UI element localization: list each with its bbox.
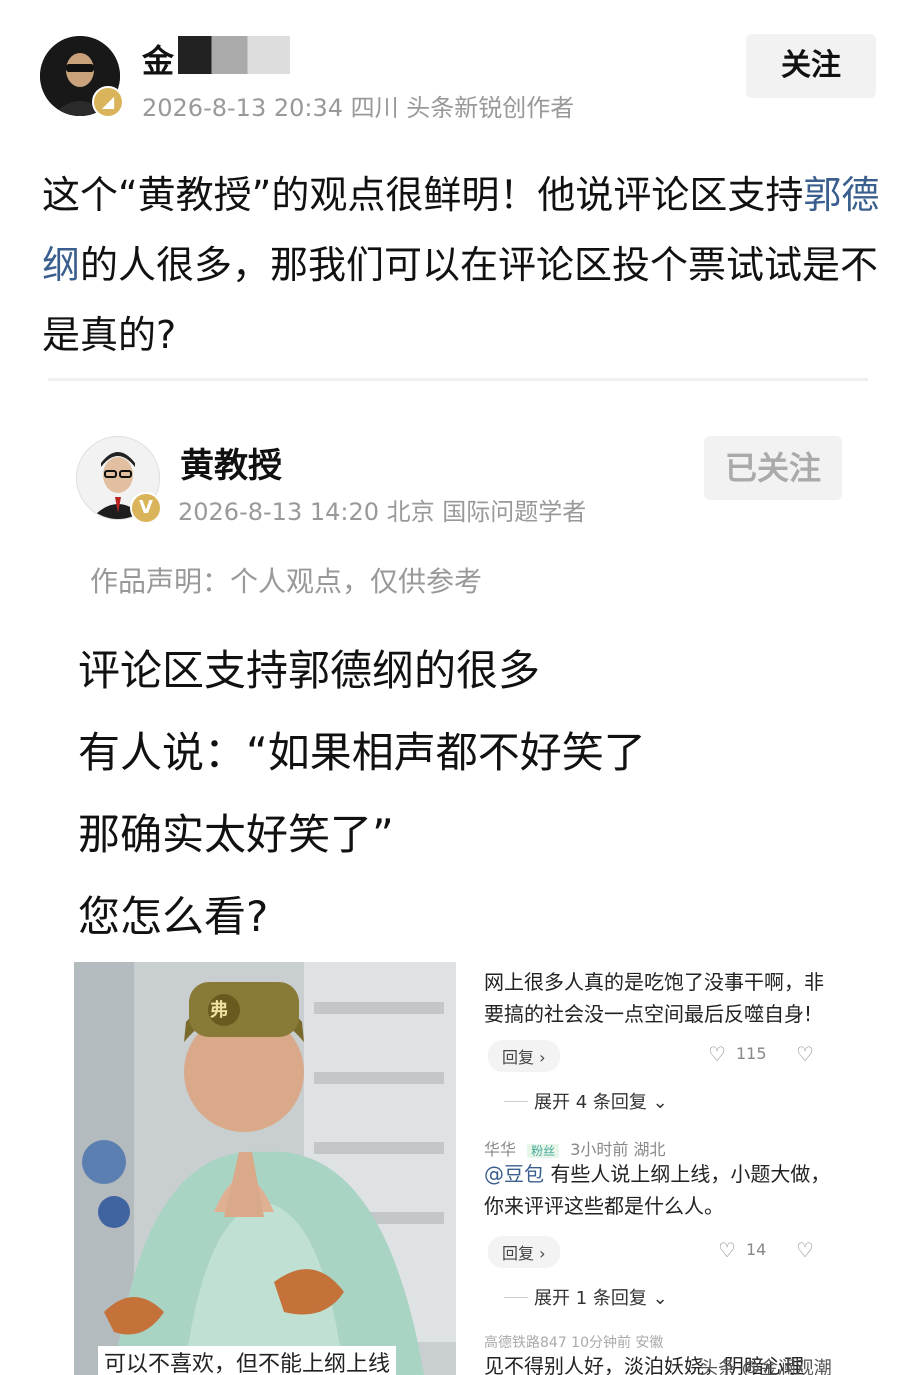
author-meta: 2026-8-13 20:34 四川 头条新锐创作者 <box>142 94 575 122</box>
quoted-body: 评论区支持郭德纲的很多 有人说：“如果相声都不好笑了 那确实太好笑了” 您怎么看… <box>78 630 838 958</box>
heart-icon[interactable]: ♡ <box>718 1238 736 1262</box>
verified-v-icon: V <box>130 492 162 524</box>
follow-button[interactable]: 关注 <box>746 34 876 98</box>
comment-2-line-1: @豆包 有些人说上纲上线，小题大做， <box>484 1162 831 1186</box>
name-redaction <box>178 36 290 74</box>
comment-2-time: 3小时前 湖北 <box>570 1140 666 1159</box>
dislike-heart-icon[interactable]: ♡ <box>796 1238 814 1262</box>
quoted-image-right[interactable]: 网上很多人真的是吃饱了没事干啊，非 要搞的社会没一点空间最后反噬自身! 回复 ›… <box>462 962 880 1375</box>
comment-2-expand[interactable]: 展开 1 条回复 ⌄ <box>534 1284 668 1310</box>
comment-2-header: 华华 粉丝 3小时前 湖北 <box>484 1136 666 1160</box>
followed-button[interactable]: 已关注 <box>704 436 842 500</box>
comment-2-tag: 粉丝 <box>527 1144 560 1158</box>
comment-1-text: 网上很多人真的是吃饱了没事干啊，非 要搞的社会没一点空间最后反噬自身! <box>484 966 880 1030</box>
comment-1-reply-button[interactable]: 回复 › <box>488 1040 560 1072</box>
post-text-before: 这个“黄教授”的观点很鲜明！他说评论区支持 <box>42 173 804 217</box>
comment-1-likes: 115 <box>736 1044 767 1063</box>
quoted-image-left[interactable]: 弗 可以不喜欢，但不能上纲上线 <box>74 962 456 1375</box>
image-left-caption: 可以不喜欢，但不能上纲上线 <box>98 1346 397 1375</box>
divider <box>48 378 868 381</box>
comment-1-expand[interactable]: 展开 4 条回复 ⌄ <box>534 1088 668 1114</box>
comment-2-text: @豆包 有些人说上纲上线，小题大做， 你来评评这些都是什么人。 <box>484 1158 880 1222</box>
author-name[interactable]: 金 <box>142 36 174 82</box>
quoted-line-1: 评论区支持郭德纲的很多 <box>78 646 541 695</box>
watermark: 头条 @金澜观潮 <box>700 1358 832 1375</box>
post-text-after: 的人很多，那我们可以在评论区投个票试试是不是真的? <box>42 243 879 357</box>
hat-emblem-text: 弗 <box>210 1000 228 1021</box>
comment-2-mention[interactable]: @豆包 <box>484 1162 544 1186</box>
quoted-line-4: 您怎么看? <box>78 892 269 941</box>
declaration: 作品声明：个人观点，仅供参考 <box>90 565 483 598</box>
expand-line <box>504 1297 528 1298</box>
quoted-name[interactable]: 黄教授 <box>180 438 282 487</box>
performer-photo <box>74 962 456 1375</box>
dislike-heart-icon[interactable]: ♡ <box>796 1042 814 1066</box>
comment-2-likes: 14 <box>746 1240 767 1259</box>
rank-badge-icon: ◢ <box>92 86 124 118</box>
post-text: 这个“黄教授”的观点很鲜明！他说评论区支持郭德纲的人很多，那我们可以在评论区投个… <box>42 160 887 370</box>
expand-line <box>504 1101 528 1102</box>
comment-3-header: 高德铁路847 10分钟前 安徽 <box>484 1335 664 1351</box>
comment-1-line-1: 网上很多人真的是吃饱了没事干啊，非 <box>484 970 824 994</box>
comment-2-line-2: 你来评评这些都是什么人。 <box>484 1194 724 1218</box>
comment-1-line-2: 要搞的社会没一点空间最后反噬自身! <box>484 1002 813 1026</box>
quoted-meta: 2026-8-13 14:20 北京 国际问题学者 <box>178 498 587 526</box>
comment-2-reply-button[interactable]: 回复 › <box>488 1236 560 1268</box>
comment-2-user[interactable]: 华华 <box>484 1140 516 1159</box>
heart-icon[interactable]: ♡ <box>708 1042 726 1066</box>
quoted-line-2: 有人说：“如果相声都不好笑了 <box>78 728 646 777</box>
quoted-line-3: 那确实太好笑了” <box>78 810 394 859</box>
